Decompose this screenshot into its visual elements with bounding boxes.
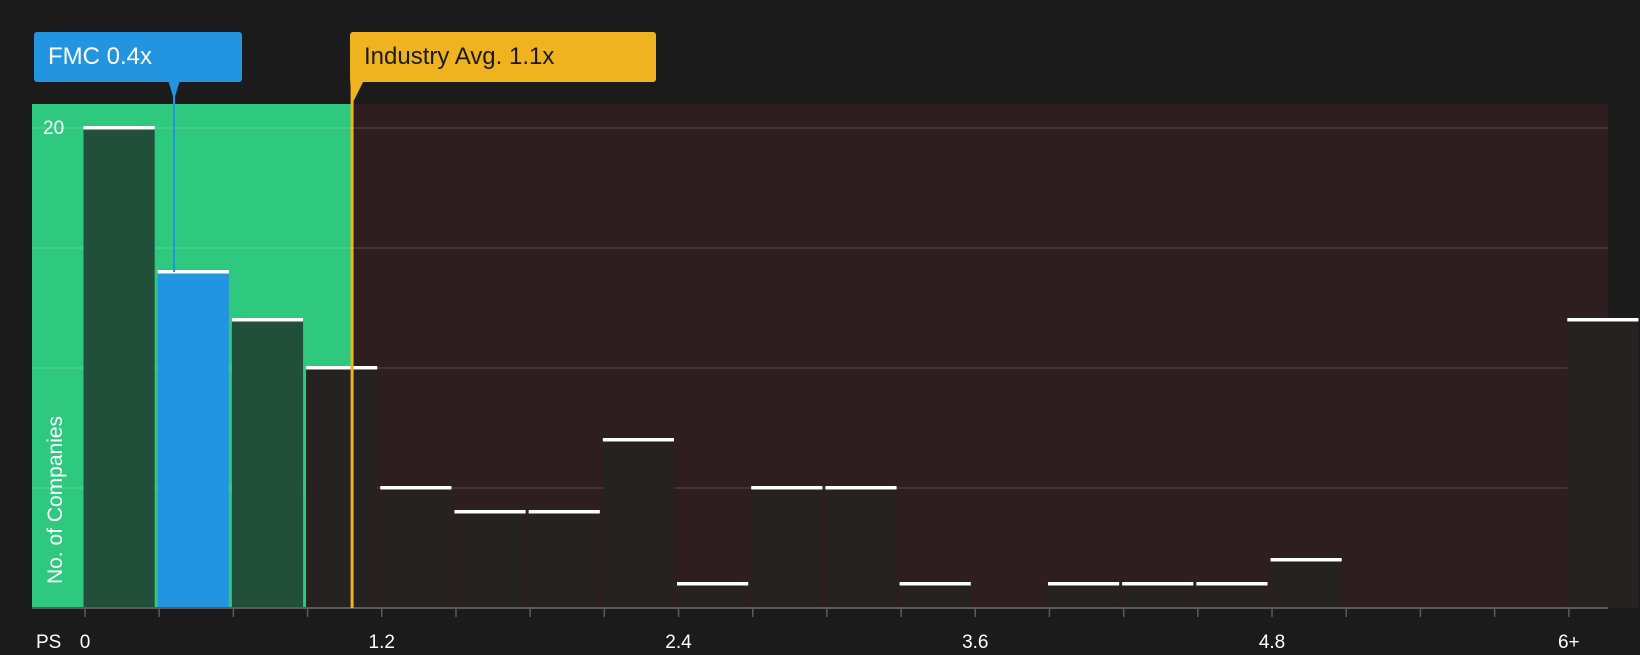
histogram-bar-13 bbox=[1047, 584, 1120, 608]
histogram-bar-top-16 bbox=[1270, 558, 1342, 562]
histogram-bar-20 bbox=[1567, 320, 1639, 608]
histogram-bar-14 bbox=[1122, 584, 1194, 608]
histogram-bar-15 bbox=[1196, 584, 1268, 608]
industry-avg-callout-label: Industry Avg. 1.1x bbox=[364, 43, 555, 70]
histogram-bar-top-10 bbox=[825, 486, 897, 490]
histogram-bar-top-1 bbox=[157, 270, 229, 274]
industry-callout-pointer bbox=[350, 80, 365, 104]
histogram-bar-top-13 bbox=[1047, 582, 1120, 586]
histogram-bar-top-2 bbox=[231, 318, 304, 322]
industry-avg-callout: Industry Avg. 1.1x bbox=[350, 32, 656, 82]
x-tick-label-2: 2.4 bbox=[665, 632, 692, 650]
x-tick-label-3: 3.6 bbox=[962, 632, 988, 650]
histogram-bar-top-4 bbox=[380, 486, 452, 490]
histogram-bar-top-7 bbox=[602, 438, 675, 442]
histogram-bar-top-6 bbox=[528, 510, 600, 514]
chart-canvas: 0 1.2 2.4 3.6 4.8 6+ PS 20 No. of Companies bbox=[32, 80, 1639, 653]
histogram-bar-0 bbox=[83, 128, 155, 608]
histogram-bar-11 bbox=[899, 584, 971, 608]
histogram-bar-3 bbox=[306, 368, 378, 608]
histogram-bar-6 bbox=[528, 512, 600, 608]
x-tick-label-0: 0 bbox=[80, 632, 91, 650]
ps-distribution-chart: 0 1.2 2.4 3.6 4.8 6+ PS 20 No. of Companies FMC … bbox=[0, 0, 1640, 653]
x-tick-label-1: 1.2 bbox=[369, 632, 395, 650]
histogram-bar-2 bbox=[231, 320, 304, 608]
y-axis-label: No. of Companies bbox=[44, 416, 67, 584]
histogram-bar-5 bbox=[454, 512, 526, 608]
company-callout-label: FMC 0.4x bbox=[48, 43, 153, 70]
x-tick-label-4: 4.8 bbox=[1259, 632, 1285, 650]
x-tick-label-5: 6+ bbox=[1558, 632, 1580, 650]
histogram-bar-7 bbox=[602, 440, 675, 608]
histogram-bar-8 bbox=[677, 584, 749, 608]
histogram-bar-top-3 bbox=[306, 366, 378, 370]
histogram-bar-top-14 bbox=[1122, 582, 1194, 586]
company-callout: FMC 0.4x bbox=[34, 32, 242, 82]
histogram-bar-top-8 bbox=[677, 582, 749, 586]
histogram-bar-top-9 bbox=[751, 486, 823, 490]
company-callout-pointer bbox=[168, 80, 181, 100]
x-axis-label: PS bbox=[36, 632, 61, 650]
histogram-bar-9 bbox=[751, 488, 823, 608]
histogram-bar-top-20 bbox=[1567, 318, 1639, 322]
histogram-bar-10 bbox=[825, 488, 897, 608]
histogram-bar-top-0 bbox=[83, 126, 155, 130]
histogram-bar-top-5 bbox=[454, 510, 526, 514]
histogram-bar-top-15 bbox=[1196, 582, 1268, 586]
y-tick-label-20: 20 bbox=[43, 118, 64, 139]
histogram-bar-top-11 bbox=[899, 582, 971, 586]
histogram-bar-1 bbox=[157, 272, 229, 608]
histogram-bar-4 bbox=[380, 488, 452, 608]
histogram-bar-16 bbox=[1270, 560, 1342, 608]
